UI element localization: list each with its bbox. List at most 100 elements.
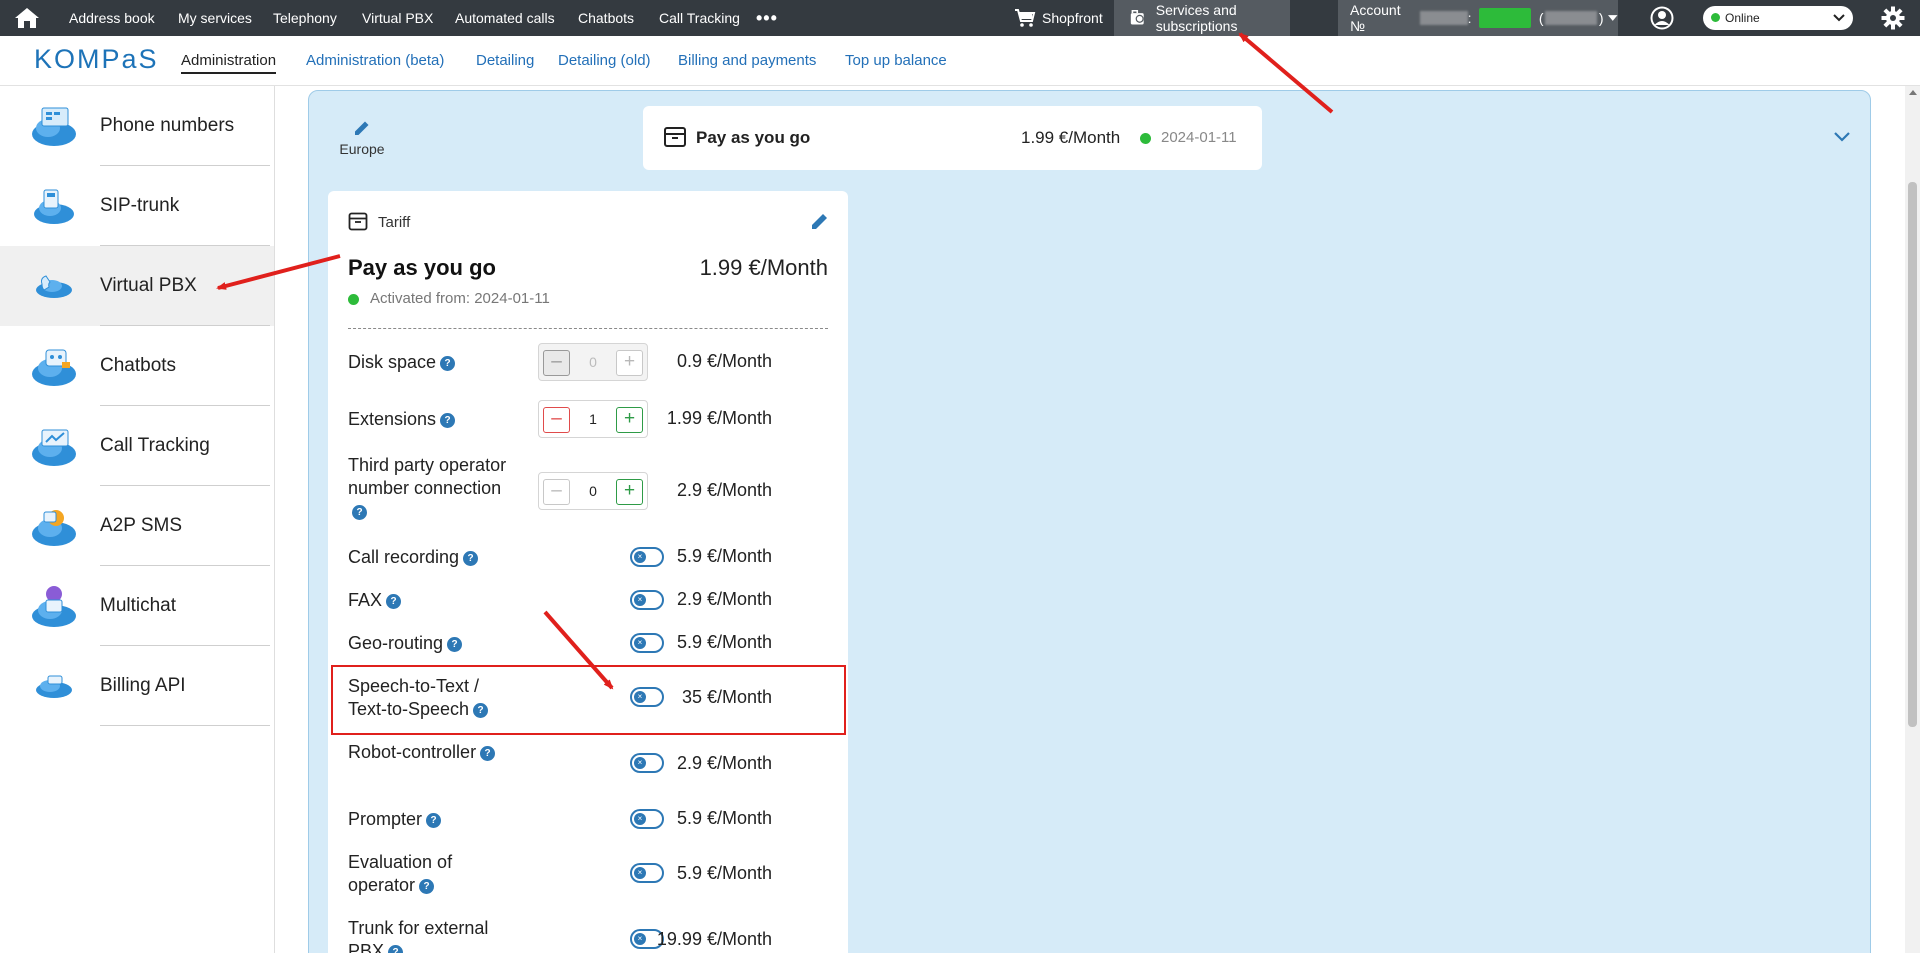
sidebar-item-label: Phone numbers [100, 115, 235, 136]
tab-top-up-balance[interactable]: Top up balance [845, 52, 947, 69]
sidebar-item-chatbots[interactable]: Chatbots [0, 326, 274, 406]
shopfront-label: Shopfront [1042, 10, 1103, 26]
stepper-value[interactable]: 1 [573, 411, 613, 427]
help-icon[interactable]: ? [463, 551, 479, 566]
account-number-redacted [1420, 11, 1468, 25]
region-label: Europe [339, 141, 385, 157]
virtual-pbx-cloud-icon [36, 275, 72, 298]
decrement-button[interactable]: – [543, 407, 570, 433]
geo-routing-toggle[interactable]: × [630, 633, 664, 653]
sidebar-item-billing-api[interactable]: Billing API [0, 646, 274, 726]
sip-trunk-cloud-icon [34, 189, 74, 224]
option-price: 2.9 €/Month [676, 480, 772, 500]
nav-virtual-pbx[interactable]: Virtual PBX [362, 0, 433, 36]
nav-my-services[interactable]: My services [178, 0, 252, 36]
sidebar-item-label: Chatbots [100, 355, 177, 376]
evaluation-toggle[interactable]: × [630, 863, 664, 883]
help-icon[interactable]: ? [426, 813, 442, 828]
option-label: Extensions? [348, 408, 508, 431]
sidebar-item-multichat[interactable]: Multichat [0, 566, 274, 646]
help-icon[interactable]: ? [440, 413, 456, 428]
account-label: Account № [1350, 2, 1401, 34]
sidebar-item-virtual-pbx[interactable]: Virtual PBX [0, 246, 274, 326]
option-evaluation-of-operator: Evaluation of operator? × 5.9 €/Month [348, 851, 828, 899]
services-icon [1130, 9, 1144, 25]
tab-detailing[interactable]: Detailing [476, 52, 534, 69]
toggle-knob: × [634, 933, 646, 945]
fax-toggle[interactable]: × [630, 590, 664, 610]
tab-administration[interactable]: Administration [181, 52, 277, 74]
archive-box-icon [348, 212, 368, 231]
robot-controller-toggle[interactable]: × [630, 753, 664, 773]
status-select[interactable]: Online [1703, 6, 1853, 30]
account-dropdown[interactable]: Account № : ( ) [1338, 0, 1618, 36]
help-icon[interactable]: ? [419, 879, 435, 894]
extensions-stepper[interactable]: – 1 + [538, 400, 648, 438]
help-icon[interactable]: ? [440, 356, 456, 371]
option-extensions: Extensions? – 1 + 1.99 €/Month [348, 400, 828, 438]
more-menu-button[interactable]: ••• [756, 0, 778, 36]
help-icon[interactable]: ? [388, 945, 404, 953]
decrement-button[interactable]: – [543, 479, 570, 505]
prompter-toggle[interactable]: × [630, 809, 664, 829]
increment-button[interactable]: + [616, 479, 643, 505]
nav-address-book[interactable]: Address book [69, 0, 155, 36]
call-tracking-cloud-icon [32, 429, 76, 466]
chevron-down-icon[interactable] [1833, 131, 1851, 143]
sidebar-item-call-tracking[interactable]: Call Tracking [0, 406, 274, 486]
toggle-knob: × [634, 757, 646, 769]
option-prompter: Prompter? × 5.9 €/Month [348, 808, 828, 834]
tab-administration-beta[interactable]: Administration (beta) [306, 52, 444, 69]
gear-icon[interactable] [1878, 0, 1908, 36]
sidebar-item-sip-trunk[interactable]: SIP-trunk [0, 166, 274, 246]
tab-detailing-old[interactable]: Detailing (old) [558, 52, 651, 69]
status-online-dot [1711, 13, 1720, 22]
help-icon[interactable]: ? [447, 637, 463, 652]
account-open-paren: ( [1538, 10, 1544, 26]
nav-call-tracking[interactable]: Call Tracking [659, 0, 740, 36]
option-price: 5.9 €/Month [676, 632, 772, 652]
disk-space-stepper: – 0 + [538, 343, 648, 381]
option-geo-routing: Geo-routing? × 5.9 €/Month [348, 632, 828, 658]
services-subscriptions-link[interactable]: Services and subscriptions [1114, 0, 1290, 36]
nav-automated-calls[interactable]: Automated calls [455, 0, 555, 36]
option-third-party-operator: Third party operator number connection? … [348, 454, 828, 526]
user-profile-icon[interactable] [1648, 0, 1676, 36]
option-fax: FAX? × 2.9 €/Month [348, 589, 828, 615]
edit-pencil-icon[interactable] [810, 211, 830, 231]
region-selector[interactable]: Europe [327, 119, 397, 157]
toggle-knob: × [634, 867, 646, 879]
kompas-logo[interactable]: KOMPaS [34, 44, 159, 75]
third-party-stepper[interactable]: – 0 + [538, 472, 648, 510]
sidebar-item-phone-numbers[interactable]: Phone numbers [0, 86, 274, 166]
option-trunk-external-pbx: Trunk for external PBX? × 19.99 €/Month [348, 917, 828, 953]
active-status-dot [1140, 133, 1151, 144]
increment-button[interactable]: + [616, 407, 643, 433]
stepper-value[interactable]: 0 [573, 483, 613, 499]
call-recording-toggle[interactable]: × [630, 547, 664, 567]
dashed-divider [348, 328, 828, 329]
scroll-up-arrow-icon[interactable] [1909, 90, 1917, 95]
summary-title: Pay as you go [696, 128, 811, 147]
tariff-summary[interactable]: Pay as you go 1.99 €/Month 2024-01-11 [643, 106, 1262, 170]
page-scrollbar[interactable] [1905, 86, 1920, 953]
toggle-knob: × [634, 813, 646, 825]
highlight-box-annotation [331, 665, 846, 735]
active-status-dot [348, 294, 359, 305]
help-icon[interactable]: ? [352, 505, 367, 520]
help-icon[interactable]: ? [480, 746, 496, 761]
sidebar-item-a2p-sms[interactable]: A2P SMS [0, 486, 274, 566]
toggle-knob: × [634, 637, 646, 649]
nav-telephony[interactable]: Telephony [273, 0, 337, 36]
sidebar-divider [100, 725, 270, 726]
home-icon[interactable] [12, 0, 42, 36]
nav-chatbots[interactable]: Chatbots [578, 0, 634, 36]
status-value: Online [1711, 11, 1760, 25]
shopfront-link[interactable]: Shopfront [1014, 0, 1103, 36]
top-bar: Address book My services Telephony Virtu… [0, 0, 1920, 36]
tab-billing-payments[interactable]: Billing and payments [678, 52, 816, 69]
help-icon[interactable]: ? [386, 594, 402, 609]
services-label: Services and subscriptions [1155, 2, 1238, 34]
scrollbar-thumb[interactable] [1908, 182, 1917, 727]
sidebar-item-label: Virtual PBX [100, 275, 197, 296]
